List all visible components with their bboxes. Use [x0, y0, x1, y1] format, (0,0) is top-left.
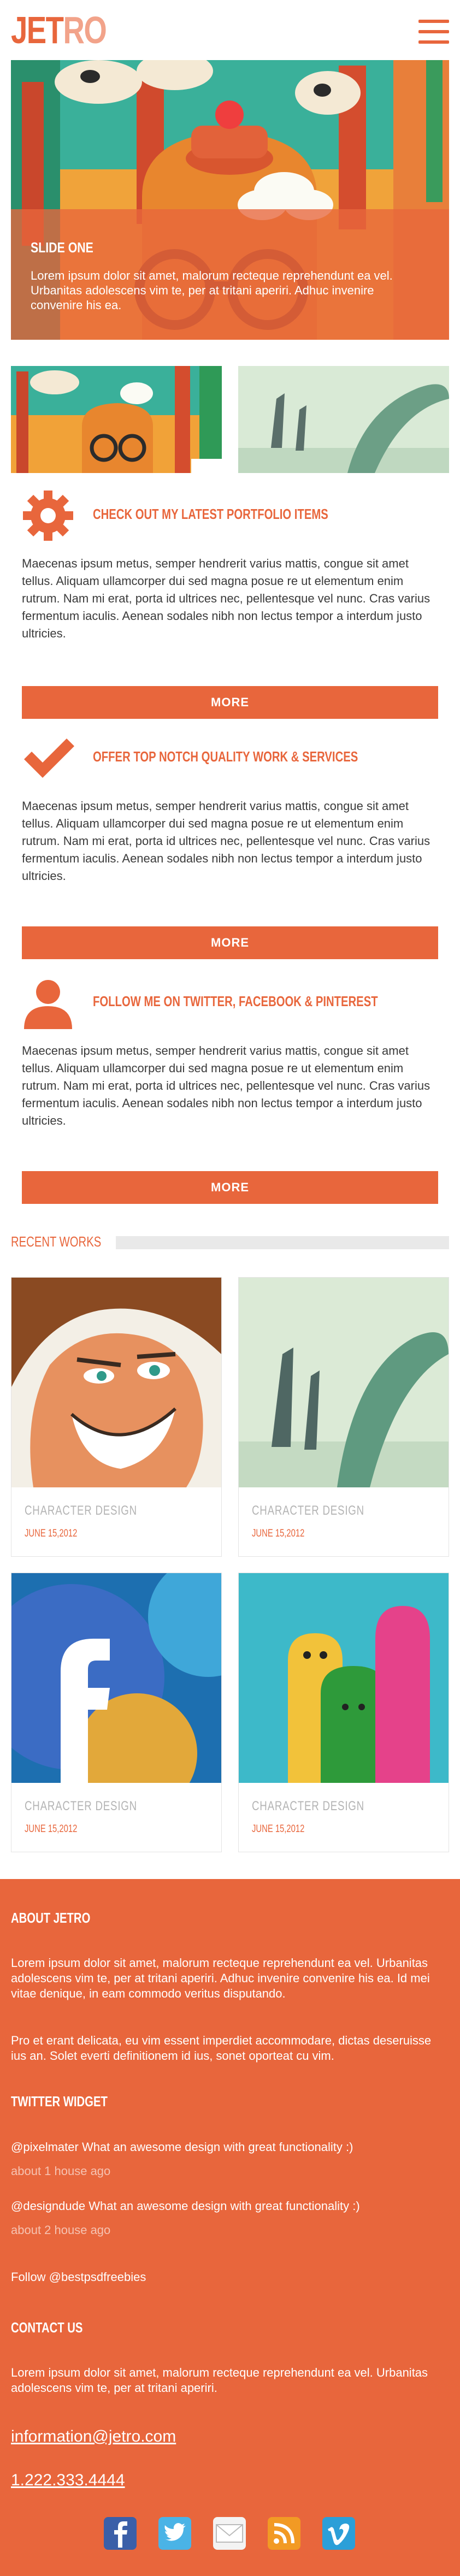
service-text: Maecenas ipsum metus, semper hendrerit v… — [22, 799, 430, 883]
tweet: @pixelmater What an awesome design with … — [11, 2140, 353, 2154]
twitter-widget-title: TWITTER WIDGET — [11, 2093, 108, 2110]
user-icon — [22, 977, 74, 1029]
work-date: JUNE 15,2012 — [25, 1823, 78, 1835]
work-card-4[interactable]: CHARACTER DESIGN JUNE 15,2012 — [238, 1573, 449, 1852]
about-text-2: Pro et erant delicata, eu vim essent imp… — [11, 2034, 432, 2063]
work-title: CHARACTER DESIGN — [252, 1503, 364, 1518]
work-card-1[interactable]: CHARACTER DESIGN JUNE 15,2012 — [11, 1277, 222, 1557]
service-text: Maecenas ipsum metus, semper hendrerit v… — [22, 557, 430, 640]
work-image-giraffes — [239, 1278, 449, 1487]
work-title: CHARACTER DESIGN — [25, 1503, 137, 1518]
site-logo[interactable]: JETRO — [11, 8, 107, 52]
tweet-time: about 1 house ago — [11, 2164, 111, 2178]
slider-thumb-1[interactable] — [11, 366, 222, 473]
tweet-user-link[interactable]: @pixelmater — [11, 2140, 79, 2154]
mail-icon[interactable] — [213, 2517, 246, 2550]
hero-slider[interactable]: SLIDE ONE Lorem ipsum dolor sit amet, ma… — [11, 60, 449, 340]
work-image-creatures — [239, 1573, 449, 1783]
more-button[interactable]: MORE — [22, 686, 438, 719]
about-title: ABOUT JETRO — [11, 1910, 91, 1926]
service-title: FOLLOW ME ON TWITTER, FACEBOOK & PINTERE… — [93, 993, 378, 1009]
slider-thumbnails — [0, 340, 460, 481]
tweet-user-link[interactable]: @designdude — [11, 2199, 85, 2213]
tweet-text: What an awesome design with great functi… — [78, 2140, 353, 2154]
service-social: FOLLOW ME ON TWITTER, FACEBOOK & PINTERE… — [22, 977, 438, 1206]
work-date: JUNE 15,2012 — [252, 1823, 305, 1835]
logo-text-secondary: RO — [63, 9, 107, 51]
contact-phone-link[interactable]: 1.222.333.4444 — [11, 2471, 125, 2490]
tweet: @designdude What an awesome design with … — [11, 2199, 360, 2213]
checkmark-icon — [22, 732, 74, 784]
work-card-3[interactable]: CHARACTER DESIGN JUNE 15,2012 — [11, 1573, 222, 1852]
slider-caption: SLIDE ONE Lorem ipsum dolor sit amet, ma… — [11, 209, 449, 340]
contact-email-link[interactable]: information@jetro.com — [11, 2427, 176, 2446]
rss-icon[interactable] — [268, 2517, 300, 2550]
about-text-1: Lorem ipsum dolor sit amet, malorum rect… — [11, 1956, 430, 2000]
site-header: JETRO — [0, 0, 460, 60]
work-title: CHARACTER DESIGN — [25, 1799, 137, 1813]
contact-text: Lorem ipsum dolor sit amet, malorum rect… — [11, 2366, 428, 2395]
recent-works-title: RECENT WORKS — [11, 1233, 102, 1250]
facebook-icon[interactable] — [104, 2517, 137, 2550]
service-text: Maecenas ipsum metus, semper hendrerit v… — [22, 1044, 430, 1127]
gear-icon — [22, 489, 74, 542]
work-card-2[interactable]: CHARACTER DESIGN JUNE 15,2012 — [238, 1277, 449, 1557]
hamburger-menu-icon[interactable] — [418, 20, 449, 44]
more-button[interactable]: MORE — [22, 926, 438, 959]
contact-title: CONTACT US — [11, 2319, 83, 2336]
tweet-text: What an awesome design with great functi… — [85, 2199, 360, 2213]
service-quality: OFFER TOP NOTCH QUALITY WORK & SERVICES … — [22, 732, 438, 961]
work-image-social-logos — [11, 1573, 221, 1783]
slider-title: SLIDE ONE — [31, 239, 93, 256]
follow-link[interactable]: Follow @bestpsdfreebies — [11, 2270, 146, 2284]
work-date: JUNE 15,2012 — [252, 1528, 305, 1539]
service-title: OFFER TOP NOTCH QUALITY WORK & SERVICES — [93, 748, 358, 765]
service-portfolio: CHECK OUT MY LATEST PORTFOLIO ITEMS Maec… — [22, 489, 438, 719]
logo-text-primary: JET — [11, 9, 64, 51]
recent-works-divider — [116, 1236, 449, 1249]
slider-text: Lorem ipsum dolor sit amet, malorum rect… — [31, 269, 393, 312]
tweet-time: about 2 house ago — [11, 2223, 111, 2237]
twitter-icon[interactable] — [158, 2517, 191, 2550]
service-title: CHECK OUT MY LATEST PORTFOLIO ITEMS — [93, 506, 328, 522]
work-image-caricature — [11, 1278, 221, 1487]
slider-thumb-2[interactable] — [238, 366, 449, 473]
more-button[interactable]: MORE — [22, 1171, 438, 1204]
work-date: JUNE 15,2012 — [25, 1528, 78, 1539]
work-title: CHARACTER DESIGN — [252, 1799, 364, 1813]
vimeo-icon[interactable] — [322, 2517, 355, 2550]
